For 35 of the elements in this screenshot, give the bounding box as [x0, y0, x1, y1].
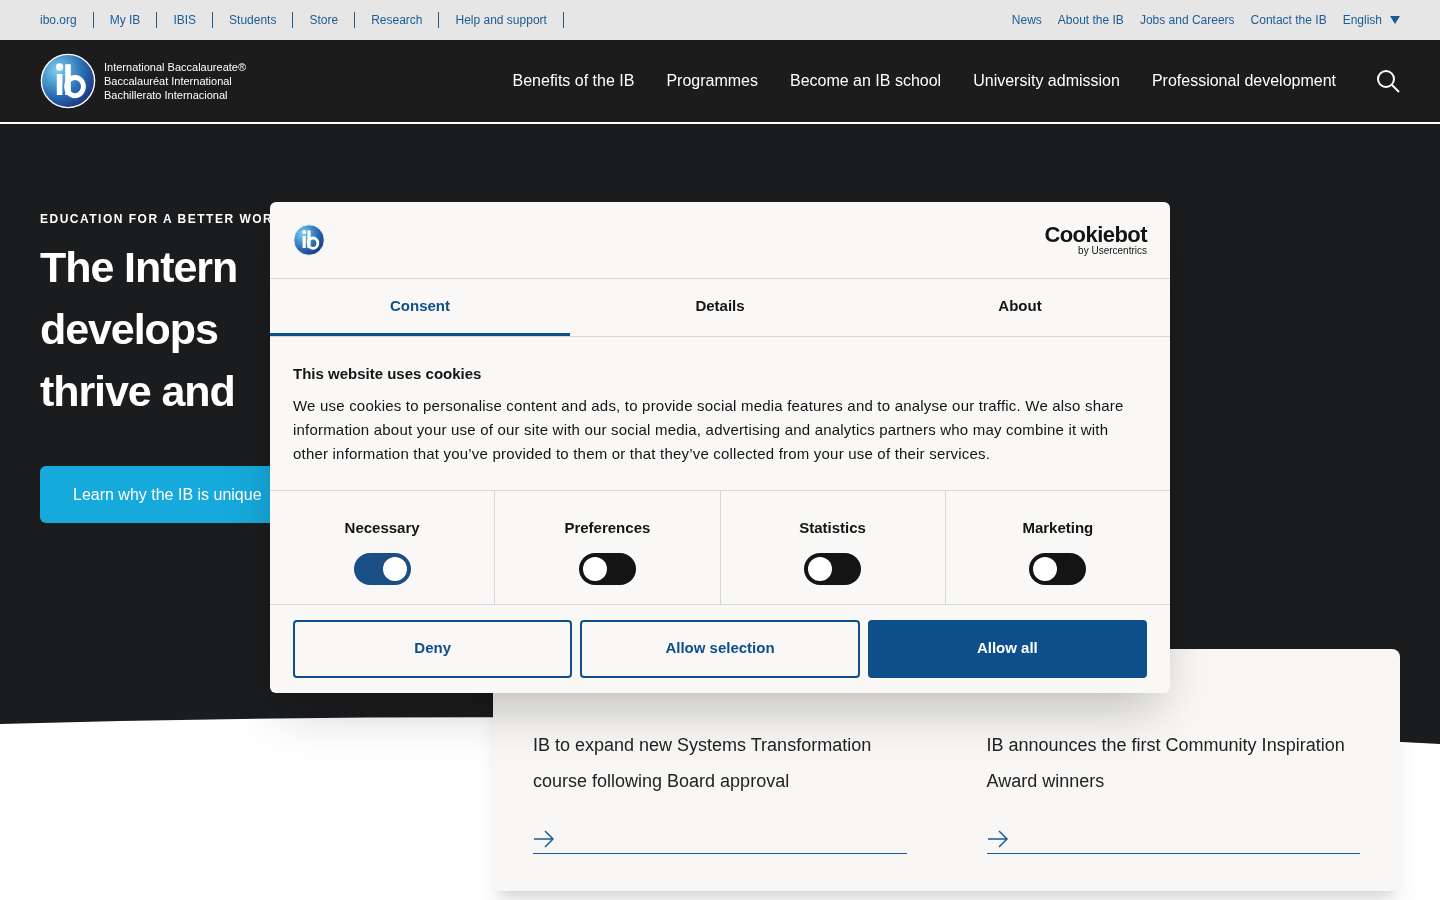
dialog-body: We use cookies to personalise content and ads, to provide social media features and to analyse our traffic. We also share information about your use of our site with our social media, advertising and analytics partners who may combine it with other information that you’ve provided to them or that they’ve collected from your use of their services. — [293, 395, 1125, 464]
logo-wordmark[interactable]: International Baccalaureate® Baccalauréat International Bachillerato Internacional — [104, 60, 247, 102]
consent-button[interactable]: Allow selection — [580, 619, 860, 678]
cookiebot-logo: Cookiebot by Usercentrics — [1044, 224, 1147, 256]
utility-link[interactable]: Jobs and Careers — [1139, 11, 1235, 29]
news-title[interactable]: IB announces the first Community Inspiration Award winners — [986, 727, 1360, 799]
utility-link[interactable]: ibo.org — [40, 11, 77, 29]
utility-link[interactable]: Help and support — [455, 11, 547, 29]
category-label: Necessary — [344, 517, 420, 538]
utility-link[interactable]: Contact the IB — [1250, 11, 1327, 29]
nav-link[interactable]: Professional development — [1151, 69, 1336, 93]
nav-link[interactable]: Programmes — [666, 69, 758, 93]
consent-button[interactable]: Deny — [293, 619, 573, 678]
dialog-tab[interactable]: Consent — [270, 279, 570, 336]
dialog-tab[interactable]: Details — [570, 279, 870, 336]
dialog-tab[interactable]: About — [870, 279, 1170, 336]
nav-link[interactable]: Become an IB school — [789, 69, 942, 93]
utility-link[interactable]: My IB — [109, 11, 141, 29]
consent-button[interactable]: Allow all — [867, 619, 1147, 678]
hero-eyebrow: EDUCATION FOR A BETTER WOR — [40, 211, 274, 228]
language-select[interactable]: English — [1342, 11, 1400, 29]
utility-link[interactable]: Students — [229, 11, 277, 29]
news-title[interactable]: IB to expand new Systems Transformation course following Board approval — [533, 727, 907, 799]
hero-title: The Intern develops thrive and — [40, 242, 238, 417]
utility-link[interactable]: News — [1011, 11, 1042, 29]
category-label: Statistics — [799, 517, 866, 538]
utility-link[interactable]: IBIS — [173, 11, 197, 29]
utility-link[interactable]: Research — [371, 11, 423, 29]
nav-link[interactable]: University admission — [973, 69, 1120, 93]
utility-link[interactable]: Store — [309, 11, 339, 29]
nav-link[interactable]: Benefits of the IB — [512, 69, 635, 93]
dialog-heading: This website uses cookies — [293, 364, 483, 384]
category-label: Marketing — [1022, 517, 1094, 538]
utility-link[interactable]: About the IB — [1057, 11, 1124, 29]
category-label: Preferences — [564, 517, 651, 538]
